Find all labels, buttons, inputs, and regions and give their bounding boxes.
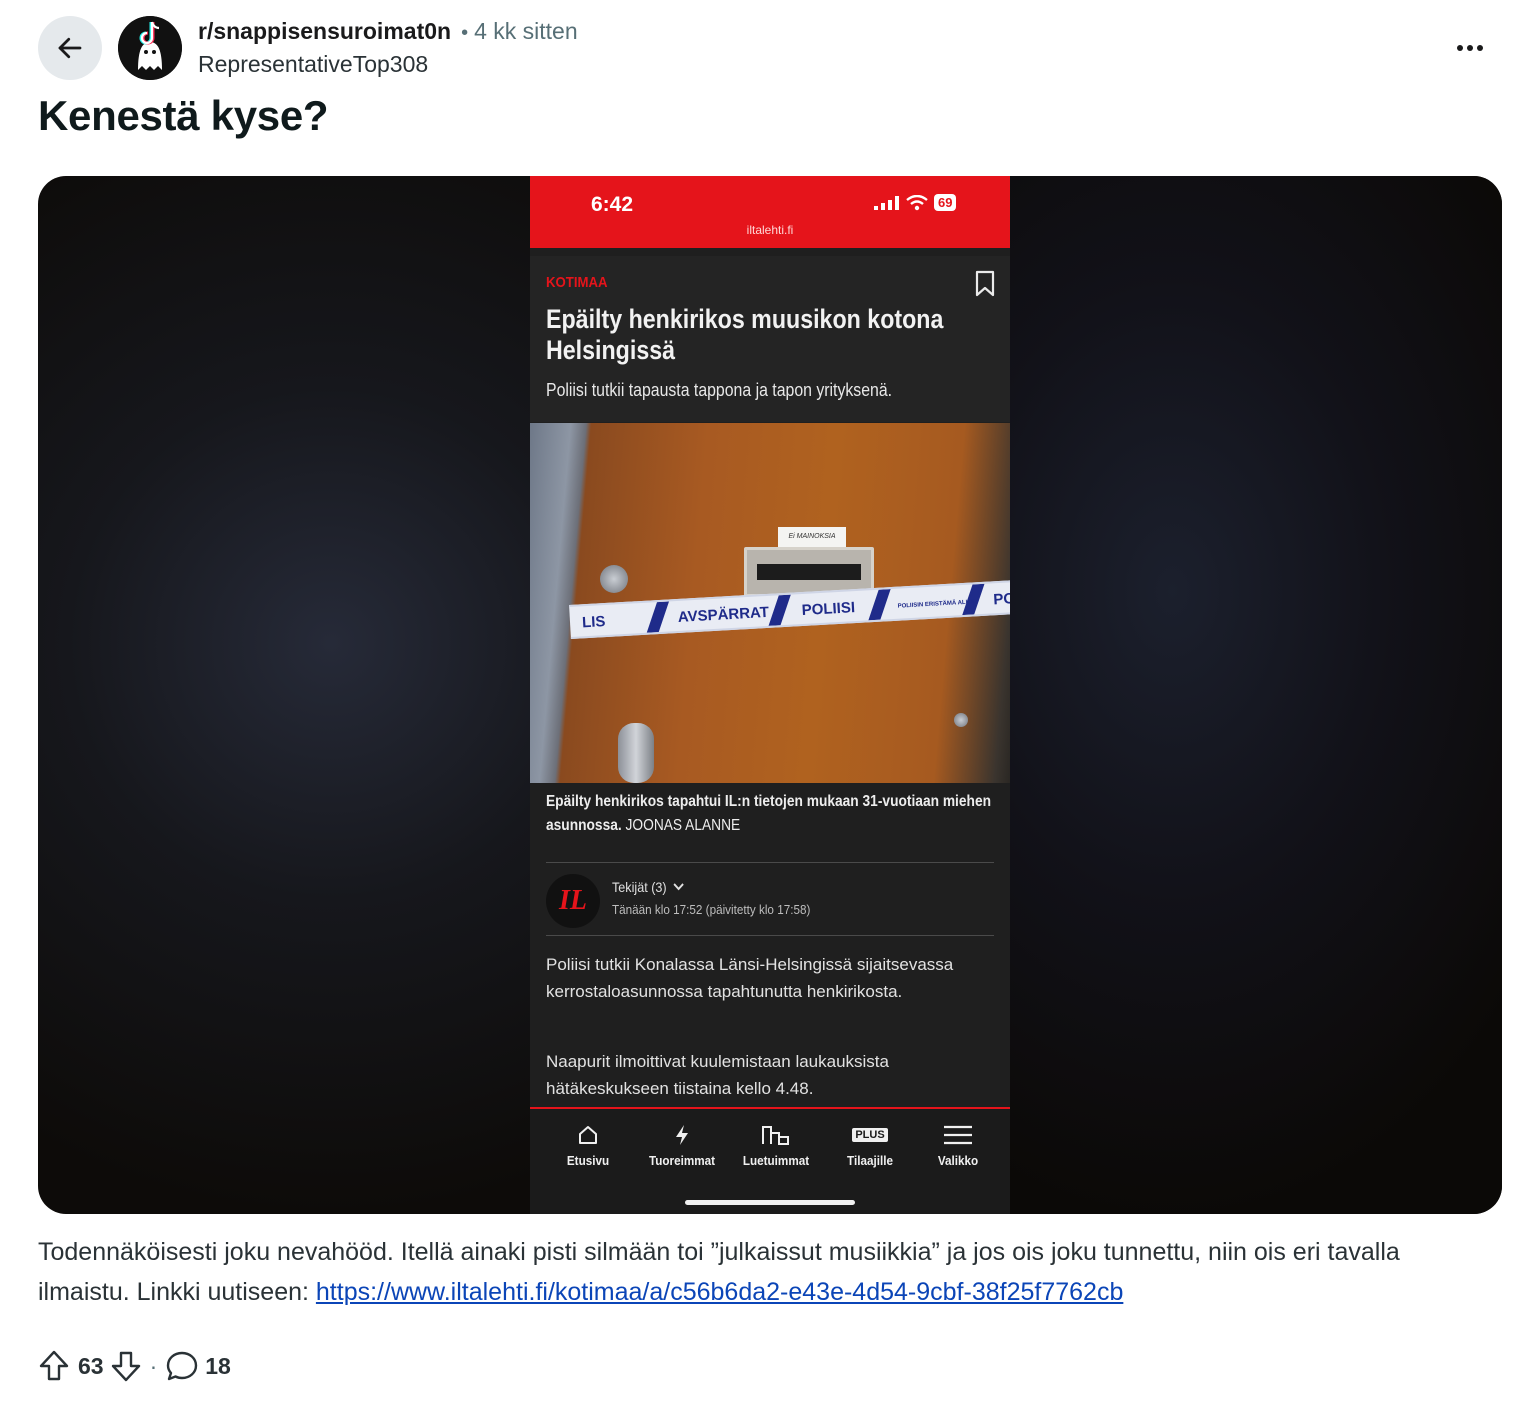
menu-icon — [944, 1125, 972, 1145]
vote-count: 63 — [78, 1352, 104, 1379]
phone-status-bar: 6:42 69 iltalehti.fi — [530, 176, 1010, 248]
action-separator: · — [149, 1352, 158, 1379]
post-timestamp: 4 kk sitten — [474, 18, 578, 44]
nav-label: Etusivu — [566, 1153, 610, 1168]
lightning-icon — [676, 1125, 688, 1145]
app-bottom-nav: Etusivu Tuoreimmat Luetuimmat PLUS Tilaa… — [530, 1107, 1010, 1214]
post-media[interactable]: 6:42 69 iltalehti.fi KOTIMAA Epäilty hen… — [38, 176, 1502, 1214]
tape-word: LIS — [582, 613, 606, 631]
nav-item-luetuimmat[interactable]: Luetuimmat — [728, 1121, 824, 1168]
tape-word: POLIS — [993, 589, 1010, 608]
authors-label: Tekijät (3) — [612, 879, 667, 895]
status-clock: 6:42 — [591, 193, 634, 216]
chevron-down-icon — [673, 883, 684, 891]
article-dateline: Tänään klo 17:52 (päivitetty klo 17:58) — [612, 902, 811, 917]
home-indicator — [685, 1200, 855, 1205]
nav-item-etusivu[interactable]: Etusivu — [540, 1121, 636, 1168]
more-dots-icon — [1457, 45, 1483, 51]
nav-label: Luetuimmat — [742, 1153, 810, 1168]
comment-icon[interactable] — [165, 1349, 199, 1383]
iltalehti-logo: IL — [546, 874, 600, 928]
browser-domain: iltalehti.fi — [746, 223, 794, 237]
back-button[interactable] — [38, 16, 102, 80]
subreddit-avatar[interactable] — [118, 16, 182, 80]
post-title: Kenestä kyse? — [38, 92, 329, 139]
meta-separator: • — [461, 22, 469, 44]
phone-screenshot: 6:42 69 iltalehti.fi KOTIMAA Epäilty hen… — [530, 176, 1010, 1214]
author-link[interactable]: RepresentativeTop308 — [198, 51, 428, 78]
plus-badge-icon: PLUS — [852, 1128, 888, 1142]
caption-credit: JOONAS ALANNE — [625, 817, 741, 834]
nav-label: Tuoreimmat — [648, 1153, 716, 1168]
article-paragraph: Naapurit ilmoittivat kuulemistaan laukau… — [546, 1052, 889, 1098]
downvote-icon[interactable] — [110, 1349, 142, 1383]
status-icons: 69 — [874, 194, 957, 211]
tape-word: POLIISIN ERISTÄMÄ ALUE — [897, 598, 974, 609]
article-headline: Epäilty henkirikos muusikon kotona Helsi… — [546, 304, 944, 365]
tape-word: AVSPÄRRAT — [677, 604, 769, 626]
door-screw — [954, 713, 968, 727]
divider — [546, 862, 994, 863]
door-nameplate: Ei MAINOKSIA — [778, 527, 846, 547]
article-link[interactable]: https://www.iltalehti.fi/kotimaa/a/c56b6… — [316, 1278, 1123, 1306]
photo-caption: Epäilty henkirikos tapahtui IL:n tietoje… — [546, 790, 993, 838]
post-meta: r/snappisensuroimat0n • 4 kk sitten — [198, 18, 578, 45]
door-lock — [600, 565, 628, 593]
bookmark-icon — [975, 270, 995, 297]
door-handle — [618, 723, 654, 783]
ghost-tiktok-icon — [118, 16, 182, 80]
article-category: KOTIMAA — [546, 274, 608, 291]
comment-count: 18 — [205, 1352, 231, 1379]
subreddit-link[interactable]: r/snappisensuroimat0n — [198, 18, 451, 45]
post-body: Todennäköisesti joku nevahööd. Itellä ai… — [38, 1232, 1498, 1312]
article-header: KOTIMAA Epäilty henkirikos muusikon koto… — [530, 256, 1010, 422]
more-options-button[interactable] — [1444, 30, 1496, 66]
nav-item-valikko[interactable]: Valikko — [910, 1121, 1006, 1168]
battery-indicator: 69 — [934, 194, 957, 211]
nav-label: Tilaajille — [847, 1153, 893, 1168]
bar-chart-icon — [762, 1126, 789, 1145]
article-paragraph: Poliisi tutkii Konalassa Länsi-Helsingis… — [546, 955, 954, 1001]
upvote-icon[interactable] — [38, 1349, 70, 1383]
signal-icon — [874, 195, 899, 210]
nav-item-tilaajille[interactable]: PLUS Tilaajille — [822, 1121, 918, 1168]
divider — [546, 935, 994, 936]
post-actions: 63 · 18 — [38, 1346, 231, 1386]
caption-text: Epäilty henkirikos tapahtui IL:n tietoje… — [546, 793, 991, 834]
home-icon — [579, 1126, 597, 1144]
tape-word: POLIISI — [801, 599, 855, 619]
authors-toggle[interactable]: Tekijät (3) — [612, 879, 685, 895]
wifi-icon — [906, 194, 928, 210]
nav-label: Valikko — [937, 1153, 979, 1168]
article-photo: Ei MAINOKSIA LIS AVSPÄRRAT POLIISI POLII… — [530, 423, 1010, 783]
arrow-left-icon — [58, 37, 82, 59]
nav-item-tuoreimmat[interactable]: Tuoreimmat — [634, 1121, 730, 1168]
article-lede: Poliisi tutkii tapausta tappona ja tapon… — [546, 380, 893, 400]
